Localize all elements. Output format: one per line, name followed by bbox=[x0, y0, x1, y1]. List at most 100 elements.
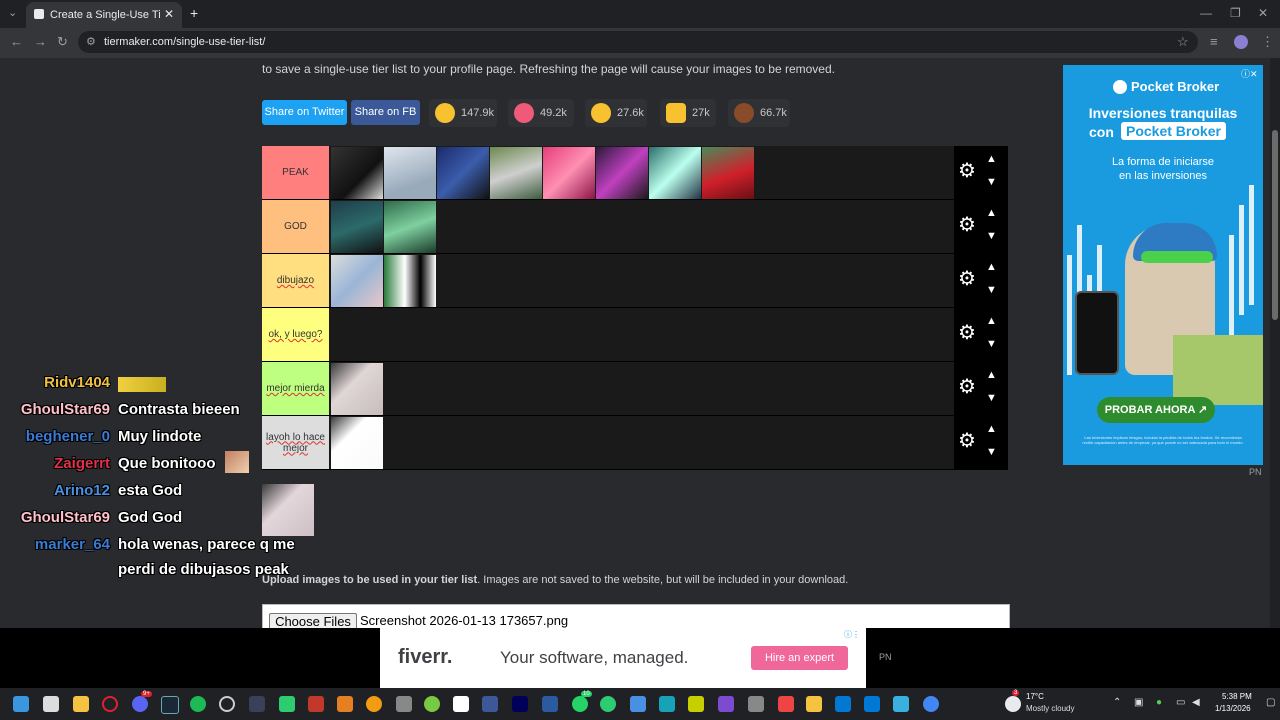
tier-image[interactable] bbox=[490, 147, 542, 199]
close-tab-icon[interactable]: ✕ bbox=[164, 7, 174, 21]
bookmark-star-icon[interactable]: ☆ bbox=[1177, 34, 1189, 50]
share-twitter-button[interactable]: Share on Twitter bbox=[262, 100, 347, 125]
share-fb-button[interactable]: Share on FB bbox=[351, 100, 420, 125]
windows-start-icon[interactable] bbox=[13, 696, 29, 712]
tier-image[interactable] bbox=[543, 147, 595, 199]
gear-icon[interactable]: ⚙ bbox=[958, 215, 976, 235]
task-view-icon[interactable] bbox=[43, 696, 59, 712]
browser-tab[interactable]: Create a Single-Use Tier List (P ✕ bbox=[26, 2, 182, 28]
tier-label[interactable]: dibujazo bbox=[262, 254, 329, 307]
tier-image[interactable] bbox=[384, 201, 436, 253]
chevron-down-icon[interactable]: ▼ bbox=[986, 338, 997, 350]
chevron-up-icon[interactable]: ▲ bbox=[986, 153, 997, 165]
tier-image[interactable] bbox=[649, 147, 701, 199]
chevron-up-icon[interactable]: ▲ bbox=[986, 207, 997, 219]
app-icon[interactable] bbox=[630, 696, 646, 712]
animate-icon[interactable] bbox=[512, 696, 528, 712]
app-icon[interactable] bbox=[688, 696, 704, 712]
tier-image[interactable] bbox=[437, 147, 489, 199]
app-icon[interactable] bbox=[219, 696, 235, 712]
media-icon[interactable]: ≡ bbox=[1210, 34, 1218, 49]
app-icon[interactable] bbox=[482, 696, 498, 712]
app-icon[interactable] bbox=[778, 696, 794, 712]
chevron-up-icon[interactable]: ▲ bbox=[986, 261, 997, 273]
file-explorer-icon[interactable] bbox=[73, 696, 89, 712]
tier-label[interactable]: GOD bbox=[262, 200, 329, 253]
notifications-icon[interactable]: ▢ bbox=[1266, 697, 1275, 708]
reaction-laugh[interactable]: 27.6k bbox=[585, 99, 647, 127]
chevron-down-icon[interactable]: ▼ bbox=[986, 392, 997, 404]
app-icon[interactable] bbox=[366, 696, 382, 712]
microphone-icon[interactable]: ● bbox=[1156, 697, 1162, 708]
reload-icon[interactable]: ↻ bbox=[57, 34, 68, 50]
app-icon[interactable] bbox=[249, 696, 265, 712]
app-icon[interactable] bbox=[718, 696, 734, 712]
chrome-icon[interactable] bbox=[923, 696, 939, 712]
tier-image[interactable] bbox=[384, 147, 436, 199]
discord-icon[interactable] bbox=[132, 696, 148, 712]
clock-time[interactable]: 5:38 PM bbox=[1222, 692, 1252, 701]
steam-icon[interactable] bbox=[161, 696, 179, 714]
url-text[interactable]: tiermaker.com/single-use-tier-list/ bbox=[104, 36, 265, 48]
reaction-hands[interactable]: 27k bbox=[660, 99, 716, 127]
app-icon[interactable] bbox=[542, 696, 558, 712]
chevron-down-icon[interactable]: ▼ bbox=[986, 446, 997, 458]
gear-icon[interactable]: ⚙ bbox=[958, 161, 976, 181]
volume-icon[interactable]: ◀ bbox=[1192, 697, 1200, 708]
probar-ahora-button[interactable]: PROBAR AHORA ↗ bbox=[1097, 397, 1215, 423]
reaction-heart-eyes[interactable]: 49.2k bbox=[508, 99, 574, 127]
chevron-down-icon[interactable]: ▼ bbox=[986, 284, 997, 296]
tray-app-icon[interactable]: ▣ bbox=[1134, 697, 1143, 708]
unranked-image[interactable] bbox=[262, 484, 314, 536]
tier-image[interactable] bbox=[596, 147, 648, 199]
window-close-icon[interactable]: ✕ bbox=[1258, 6, 1268, 20]
app-icon[interactable] bbox=[279, 696, 295, 712]
app-icon[interactable] bbox=[806, 696, 822, 712]
ad-choices-icon[interactable]: ⓘ⋮ bbox=[844, 629, 860, 640]
chevron-down-icon[interactable]: ▼ bbox=[986, 176, 997, 188]
tier-image[interactable] bbox=[331, 147, 383, 199]
tier-image[interactable] bbox=[331, 201, 383, 253]
tier-image[interactable] bbox=[331, 363, 383, 415]
network-icon[interactable]: ▭ bbox=[1176, 697, 1185, 708]
whatsapp-icon[interactable] bbox=[572, 696, 588, 712]
page-scrollbar[interactable] bbox=[1270, 58, 1280, 628]
app-icon[interactable] bbox=[453, 696, 469, 712]
gear-icon[interactable]: ⚙ bbox=[958, 377, 976, 397]
app-icon[interactable] bbox=[893, 696, 909, 712]
spotify-icon[interactable] bbox=[190, 696, 206, 712]
tier-image[interactable] bbox=[702, 147, 754, 199]
menu-icon[interactable]: ⋮ bbox=[1261, 34, 1274, 50]
scrollbar-thumb[interactable] bbox=[1272, 130, 1278, 320]
weather-icon[interactable] bbox=[1005, 696, 1021, 712]
app-icon[interactable] bbox=[337, 696, 353, 712]
app-icon[interactable] bbox=[396, 696, 412, 712]
app-icon[interactable] bbox=[659, 696, 675, 712]
fiverr-ad[interactable]: fiverr. Your software, managed. Hire an … bbox=[380, 628, 866, 688]
tier-label[interactable]: ok, y luego? bbox=[262, 308, 329, 361]
tier-image[interactable] bbox=[384, 255, 436, 307]
minimize-icon[interactable]: — bbox=[1200, 6, 1212, 20]
gear-icon[interactable]: ⚙ bbox=[958, 431, 976, 451]
site-info-icon[interactable]: ⚙ bbox=[86, 35, 96, 48]
app-icon[interactable] bbox=[835, 696, 851, 712]
pocket-broker-ad[interactable]: Pocket Broker Inversiones tranquilas con… bbox=[1063, 65, 1263, 465]
tier-image[interactable] bbox=[331, 417, 383, 469]
hire-expert-button[interactable]: Hire an expert bbox=[751, 646, 848, 670]
tier-label[interactable]: layoh lo hace mejor bbox=[262, 416, 329, 469]
chevron-up-icon[interactable]: ▲ bbox=[986, 423, 997, 435]
opera-gx-icon[interactable] bbox=[102, 696, 118, 712]
reaction-grin[interactable]: 147.9k bbox=[429, 99, 497, 127]
back-icon[interactable]: ← bbox=[10, 34, 23, 49]
tab-search-icon[interactable]: ⌄ bbox=[8, 6, 17, 19]
tier-label[interactable]: mejor mierda bbox=[262, 362, 329, 415]
tier-label[interactable]: PEAK bbox=[262, 146, 329, 199]
gear-icon[interactable]: ⚙ bbox=[958, 269, 976, 289]
app-icon[interactable] bbox=[600, 696, 616, 712]
app-icon[interactable] bbox=[748, 696, 764, 712]
chevron-down-icon[interactable]: ▼ bbox=[986, 230, 997, 242]
clock-date[interactable]: 1/13/2026 bbox=[1215, 704, 1251, 713]
restore-icon[interactable]: ❐ bbox=[1230, 6, 1241, 20]
tier-image[interactable] bbox=[331, 255, 383, 307]
reaction-poop[interactable]: 66.7k bbox=[728, 99, 790, 127]
